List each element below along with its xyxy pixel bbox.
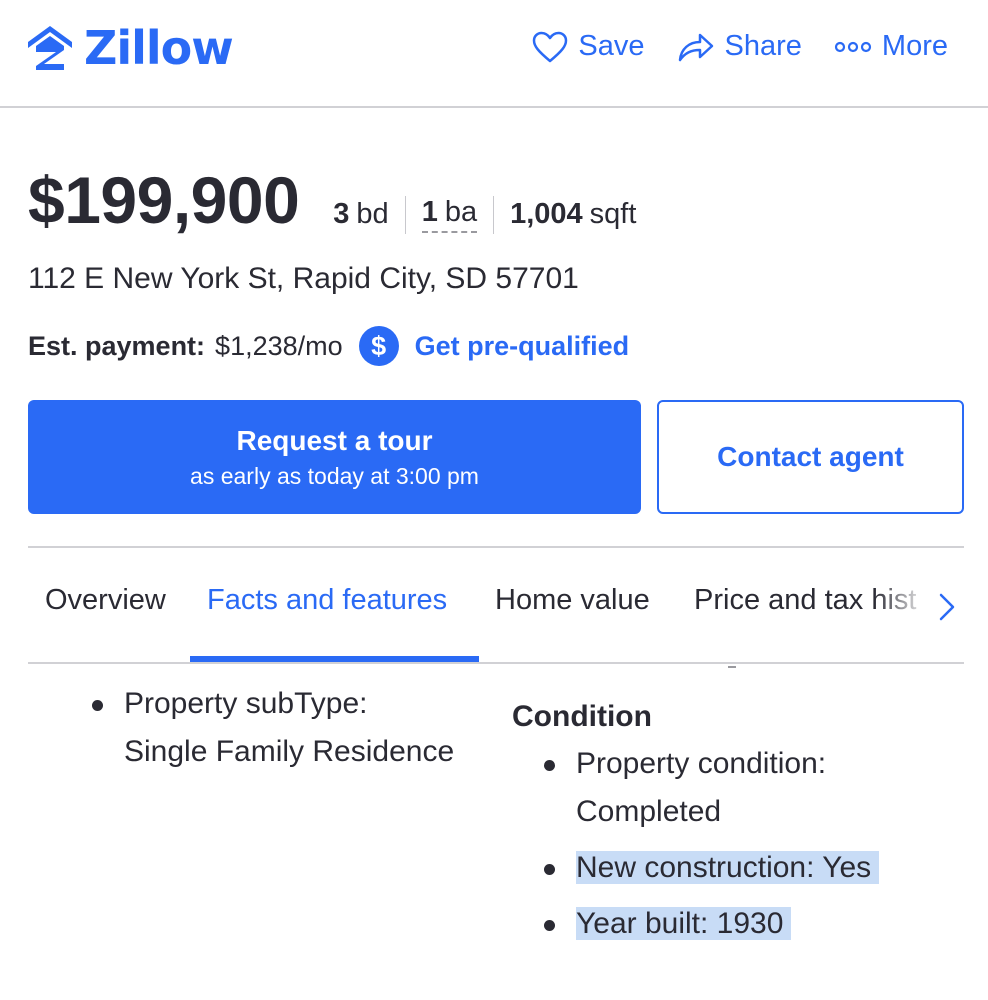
list-item: Property subType: Single Family Residenc… [92,680,492,776]
section-tabs: Overview Facts and features Home value P… [28,548,964,664]
beds-fact: 3 bd [333,198,388,231]
more-label: More [881,30,948,62]
tab-facts-and-features[interactable]: Facts and features [207,584,447,617]
fact-value: Single Family Residence [124,735,455,768]
facts-content: Property subType: Single Family Residenc… [0,666,988,1000]
clipped-text-fragment [728,666,736,668]
dollar-icon: $ [358,326,399,366]
more-button[interactable]: More [834,30,948,63]
fact-label: Property subType: [124,687,368,720]
share-icon [678,33,713,61]
fact-divider [404,195,406,234]
tour-subtitle: as early as today at 3:00 pm [190,462,479,489]
header-actions: Save Share More [532,30,948,63]
facts-right-column: Condition Property condition: Completed … [512,700,952,956]
condition-heading: Condition [512,700,652,733]
logo-text: Zillow [84,21,234,75]
estimated-payment: Est. payment: $1,238/mo $ Get pre-qualif… [28,326,629,366]
tab-overview[interactable]: Overview [45,584,166,617]
zillow-logo[interactable]: Zillow [26,21,234,75]
highlighted-fact: Year built: 1930 [576,907,792,940]
list-item: Year built: 1930 [544,900,952,948]
more-dots-icon [834,41,872,52]
contact-agent-button[interactable]: Contact agent [657,400,964,514]
chevron-right-icon[interactable] [938,592,956,622]
baths-unit: ba [444,196,478,228]
zillow-house-icon [28,26,72,70]
save-label: Save [578,30,645,62]
listing-address: 112 E New York St, Rapid City, SD 57701 [28,262,579,295]
get-prequalified-link[interactable]: Get pre-qualified [415,331,630,362]
save-button[interactable]: Save [532,30,645,63]
payment-label: Est. payment: [28,330,206,361]
list-item: Property condition: Completed [544,740,952,836]
beds-unit: bd [356,198,389,230]
heart-icon [533,31,568,62]
request-tour-button[interactable]: Request a tour as early as today at 3:00… [28,400,641,514]
active-tab-indicator [190,656,479,662]
share-button[interactable]: Share [677,30,802,63]
listing-price: $199,900 [28,163,300,237]
bed-bath-sqft: 3 bd 1 ba 1,004 sqft [333,195,636,234]
tour-title: Request a tour [236,424,433,456]
sqft-unit: sqft [589,198,637,230]
fact-divider [493,195,495,234]
list-item: New construction: Yes [544,844,952,892]
sqft-fact: 1,004 sqft [510,198,636,231]
tab-home-value[interactable]: Home value [495,584,650,617]
fact-label: Property condition: [576,747,827,780]
top-header: Zillow Save Share More [0,0,988,108]
fact-value: Completed [576,795,722,828]
baths-value: 1 [421,196,438,228]
baths-fact[interactable]: 1 ba [421,196,478,233]
price-summary: $199,900 3 bd 1 ba 1,004 sqft [28,162,636,238]
sqft-value: 1,004 [510,198,583,230]
share-label: Share [724,30,802,62]
payment-value: $1,238/mo [215,330,343,361]
beds-value: 3 [333,198,350,230]
highlighted-fact: New construction: Yes [576,851,880,884]
facts-left-column: Property subType: Single Family Residenc… [92,680,492,776]
